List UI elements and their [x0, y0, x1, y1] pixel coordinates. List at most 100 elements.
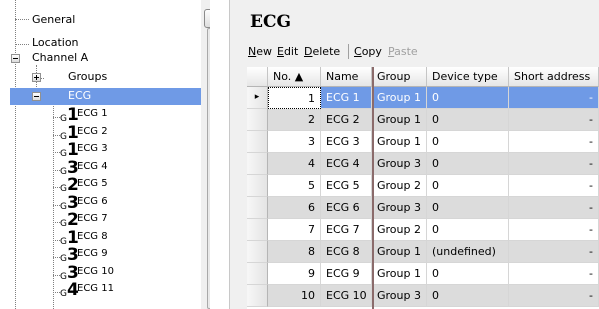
table-row[interactable]: 10 ECG 10 Group 30-	[247, 285, 599, 307]
table-row[interactable]: 6 ECG 6 Group 30-	[247, 197, 599, 219]
cell-group[interactable]: Group 3	[372, 197, 427, 219]
cell-group[interactable]: Group 3	[372, 153, 427, 175]
row-header[interactable]: ▸	[247, 87, 268, 109]
collapse-icon[interactable]	[11, 54, 20, 63]
scroll-up-button[interactable]: ▲	[204, 9, 210, 28]
tree-item-channel-a[interactable]: Channel A	[32, 51, 88, 65]
cell-short-address[interactable]: -	[509, 131, 599, 153]
cell-group[interactable]: Group 2	[372, 175, 427, 197]
table-row[interactable]: 2 ECG 2 Group 10-	[247, 109, 599, 131]
group-prefix: G	[60, 219, 67, 229]
cell-no[interactable]: 6	[268, 197, 321, 219]
copy-button[interactable]: Copy	[354, 45, 382, 58]
tree-item-ecg[interactable]: ECG	[68, 89, 91, 103]
cell-device-type[interactable]: 0	[427, 175, 509, 197]
row-header[interactable]	[247, 263, 268, 285]
table-row[interactable]: 7 ECG 7 Group 20-	[247, 219, 599, 241]
cell-device-type[interactable]: 0	[427, 87, 509, 109]
cell-name[interactable]: ECG 5	[321, 175, 372, 197]
tree-item-location[interactable]: Location	[32, 36, 79, 50]
cell-device-type[interactable]: 0	[427, 197, 509, 219]
column-header-no[interactable]: No. ▲	[268, 67, 321, 87]
tree-scrollbar[interactable]: ▲ ≡	[201, 0, 210, 309]
cell-device-type[interactable]: 0	[427, 153, 509, 175]
row-header[interactable]	[247, 285, 268, 307]
expand-icon[interactable]	[32, 73, 41, 82]
table-row[interactable]: 9 ECG 9 Group 10-	[247, 263, 599, 285]
cell-no[interactable]: 2	[268, 109, 321, 131]
table-row[interactable]: 4 ECG 4 Group 30-	[247, 153, 599, 175]
cell-group[interactable]: Group 1	[372, 87, 427, 109]
delete-button[interactable]: Delete	[304, 45, 340, 58]
column-header-group[interactable]: Group	[372, 67, 427, 87]
collapse-icon[interactable]	[32, 92, 41, 101]
scrollbar-thumb[interactable]	[207, 28, 210, 309]
cell-device-type[interactable]: 0	[427, 285, 509, 307]
table-row[interactable]: 5 ECG 5 Group 20-	[247, 175, 599, 197]
column-header-short-address[interactable]: Short address	[509, 67, 599, 87]
cell-device-type[interactable]: 0	[427, 109, 509, 131]
cell-no[interactable]: 7	[268, 219, 321, 241]
cell-device-type[interactable]: 0	[427, 219, 509, 241]
group-prefix: G	[60, 272, 67, 282]
cell-short-address[interactable]: -	[509, 263, 599, 285]
column-header-device-type[interactable]: Device type	[427, 67, 509, 87]
cell-device-type[interactable]: 0	[427, 131, 509, 153]
cell-short-address[interactable]: -	[509, 285, 599, 307]
cell-name[interactable]: ECG 9	[321, 263, 372, 285]
cell-no[interactable]: 8	[268, 241, 321, 263]
cell-name[interactable]: ECG 3	[321, 131, 372, 153]
table-row[interactable]: ▸ 1 ECG 1 Group 10-	[247, 87, 599, 109]
paste-button[interactable]: Paste	[388, 45, 418, 58]
cell-device-type[interactable]: 0	[427, 263, 509, 285]
edit-button[interactable]: Edit	[277, 45, 298, 58]
cell-short-address[interactable]: -	[509, 153, 599, 175]
cell-name[interactable]: ECG 1	[321, 87, 372, 109]
cell-short-address[interactable]: -	[509, 197, 599, 219]
cell-group[interactable]: Group 1	[372, 241, 427, 263]
cell-name[interactable]: ECG 4	[321, 153, 372, 175]
cell-device-type[interactable]: (undefined)	[427, 241, 509, 263]
group-prefix: G	[60, 114, 67, 124]
row-header[interactable]	[247, 241, 268, 263]
row-header[interactable]	[247, 109, 268, 131]
group-prefix: G	[60, 289, 67, 299]
tree-line	[15, 44, 29, 45]
cell-group[interactable]: Group 1	[372, 131, 427, 153]
row-header[interactable]	[247, 197, 268, 219]
cell-no[interactable]: 4	[268, 153, 321, 175]
cell-no[interactable]: 10	[268, 285, 321, 307]
cell-name[interactable]: ECG 6	[321, 197, 372, 219]
cell-short-address[interactable]: -	[509, 241, 599, 263]
cell-name[interactable]: ECG 10	[321, 285, 372, 307]
tree-item-general[interactable]: General	[32, 13, 75, 27]
cell-short-address[interactable]: -	[509, 219, 599, 241]
panel-splitter[interactable]	[229, 0, 239, 309]
cell-no[interactable]: 1	[268, 87, 321, 109]
row-header[interactable]	[247, 175, 268, 197]
cell-name[interactable]: ECG 8	[321, 241, 372, 263]
row-header[interactable]	[247, 219, 268, 241]
cell-name[interactable]: ECG 7	[321, 219, 372, 241]
cell-group[interactable]: Group 2	[372, 219, 427, 241]
column-header-name[interactable]: Name	[321, 67, 372, 87]
cell-group[interactable]: Group 1	[372, 109, 427, 131]
cell-no[interactable]: 5	[268, 175, 321, 197]
ecg-data-grid: No. ▲ Name Group Device type Short addre…	[247, 67, 599, 309]
cell-short-address[interactable]: -	[509, 87, 599, 109]
row-header-column	[247, 67, 268, 87]
cell-no[interactable]: 3	[268, 131, 321, 153]
cell-name[interactable]: ECG 2	[321, 109, 372, 131]
tree-item-groups[interactable]: Groups	[68, 70, 107, 84]
cell-group[interactable]: Group 3	[372, 285, 427, 307]
cell-short-address[interactable]: -	[509, 175, 599, 197]
cell-group[interactable]: Group 1	[372, 263, 427, 285]
cell-short-address[interactable]: -	[509, 109, 599, 131]
cell-no[interactable]: 9	[268, 263, 321, 285]
table-row[interactable]: 3 ECG 3 Group 10-	[247, 131, 599, 153]
row-header[interactable]	[247, 153, 268, 175]
new-button[interactable]: New	[248, 45, 272, 58]
row-header[interactable]	[247, 131, 268, 153]
toolbar: New Edit Delete Copy Paste	[239, 42, 599, 62]
table-row[interactable]: 8 ECG 8 Group 1 (undefined) -	[247, 241, 599, 263]
